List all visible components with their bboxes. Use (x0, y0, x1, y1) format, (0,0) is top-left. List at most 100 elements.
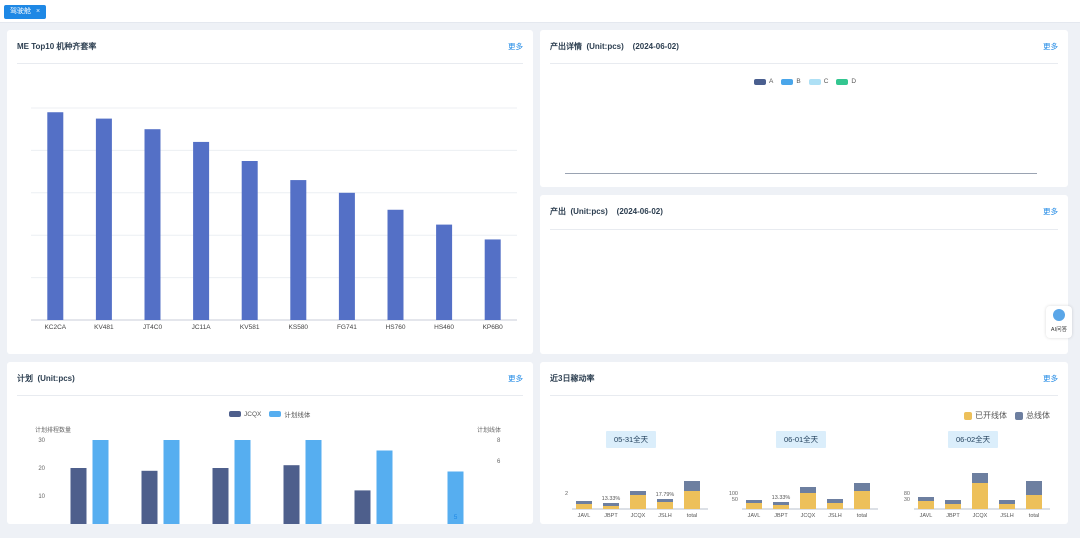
chart-legend: A B C D (754, 78, 856, 85)
bar-total-lines (918, 497, 934, 501)
x-tick-label: KV581 (240, 324, 260, 331)
bar-KS580 (290, 180, 307, 320)
bar-HS760 (387, 209, 404, 320)
bar-KP6B0 (484, 239, 501, 320)
plan-chart: 30 20 10 8 6 5 (38, 438, 501, 524)
x-tick-label: total (1029, 513, 1039, 519)
plan-panel: 计划 (Unit:pcs) 更多 JCQX 计划线体 计划排程数量 计划线体 3… (7, 362, 533, 524)
legend-item-d[interactable]: D (836, 78, 856, 85)
x-tick-label: HS460 (434, 324, 454, 331)
bar-HS460 (436, 224, 453, 320)
rate-label: 13.33% (602, 496, 621, 502)
bar-total-lines (1026, 481, 1042, 495)
bar-open-lines (746, 503, 762, 509)
panel-title: 产出 (Unit:pcs) (2024-06-02) (550, 207, 663, 216)
x-tick-label: JCQX (801, 513, 816, 519)
bar-jcqx (212, 468, 229, 524)
tab-label: 驾驶舱 (10, 8, 31, 15)
ai-assistant-button[interactable]: AI问答 (1046, 306, 1072, 338)
bar-total-lines (576, 501, 592, 504)
bar-total-lines (945, 500, 961, 504)
bar-total-lines (773, 502, 789, 505)
x-tick-label: FG741 (337, 324, 357, 331)
top10-chart: KC2CA KV481 JT4C0 JC11A KV581 KS580 FG741 HS760… (31, 107, 517, 331)
tab-cockpit[interactable]: 驾驶舱 × (4, 5, 47, 19)
bar-plan-lines (234, 440, 251, 524)
x-tick-label: JBPT (604, 513, 618, 519)
bar-open-lines (1026, 495, 1042, 509)
bar-total-lines (854, 483, 870, 491)
close-icon[interactable]: × (36, 5, 40, 19)
x-tick-label: JT4C0 (143, 324, 163, 331)
top10-panel: ME Top10 机种齐套率 更多 KC2CA KV481 JT4C0 JC11A KV… (7, 30, 533, 354)
bar-total-lines (746, 500, 762, 503)
x-tick-label: KS580 (289, 324, 309, 331)
x-tick-label: JCQX (973, 513, 988, 519)
bar-open-lines (972, 483, 988, 509)
bar-plan-lines (92, 440, 109, 524)
right-tick-label: 6 (497, 459, 501, 465)
bar-plan-lines (163, 440, 180, 524)
divider (550, 63, 1058, 64)
ai-assistant-label: AI问答 (1050, 327, 1068, 333)
panel-title: 产出详情 (Unit:pcs) (2024-06-02) (550, 42, 679, 51)
legend-item-c[interactable]: C (808, 78, 828, 85)
bar-total-lines (827, 499, 843, 503)
bar-total-lines (684, 481, 700, 491)
bar-total-lines (657, 499, 673, 502)
utilization-chart: 2JAVL JBPT13.33%JCQX JSLH17.79%total10050J… (565, 473, 1050, 519)
bar-total-lines (630, 491, 646, 495)
bar-total-lines (972, 473, 988, 483)
more-link[interactable]: 更多 (1043, 41, 1058, 52)
x-tick-label: JAVL (578, 513, 591, 519)
bar-plan-lines (305, 440, 322, 524)
bar-open-lines (630, 495, 646, 509)
bar-total-lines (603, 503, 619, 506)
x-tick-label: KV481 (94, 324, 114, 331)
bar-jcqx (283, 465, 300, 524)
bar-total-lines (999, 500, 1015, 504)
bar-open-lines (827, 503, 843, 509)
bar-jcqx (70, 468, 87, 524)
x-tick-label: JBPT (774, 513, 788, 519)
bar-total-lines (800, 487, 816, 493)
x-tick-label: JSLH (1000, 513, 1013, 519)
bar-open-lines (576, 504, 592, 509)
x-tick-label: KP6B0 (483, 324, 504, 331)
y-tick-label: 20 (38, 466, 45, 472)
y-tick-label: 10 (38, 494, 45, 500)
bar-jcqx (354, 490, 371, 524)
bar-open-lines (945, 504, 961, 509)
bar-open-lines (918, 501, 934, 509)
output-panel: 产出 (Unit:pcs) (2024-06-02) 更多 (540, 195, 1068, 354)
bar-KC2CA (47, 112, 64, 321)
bar-open-lines (684, 491, 700, 509)
rate-label: 13.33% (772, 495, 791, 501)
bar-open-lines (999, 504, 1015, 509)
x-tick-label: JBPT (946, 513, 960, 519)
utilization-panel: 近3日稼动率 更多 已开线体 总线体 05-31全天 06-01全天 06-02… (540, 362, 1068, 524)
chat-bot-icon (1053, 309, 1065, 321)
data-label: 5 (454, 514, 458, 521)
bar-open-lines (603, 506, 619, 509)
bar-open-lines (657, 502, 673, 509)
x-tick-label: KC2CA (44, 324, 66, 331)
bar-jcqx (141, 470, 158, 524)
x-tick-label: total (857, 513, 867, 519)
rate-label: 17.79% (656, 492, 675, 498)
y-tick-label: 30 (904, 497, 910, 503)
chart-baseline (565, 173, 1037, 174)
bar-plan-lines (376, 450, 393, 524)
more-link[interactable]: 更多 (1043, 206, 1058, 217)
legend-item-b[interactable]: B (781, 78, 801, 85)
x-tick-label: JAVL (748, 513, 761, 519)
x-tick-label: JAVL (920, 513, 933, 519)
bar-KV581 (241, 161, 258, 320)
x-tick-label: total (687, 513, 697, 519)
legend-item-a[interactable]: A (754, 78, 773, 85)
x-tick-label: HS760 (386, 324, 406, 331)
y-tick-label: 30 (38, 438, 45, 444)
bar-open-lines (800, 493, 816, 509)
x-tick-label: JSLH (658, 513, 671, 519)
right-tick-label: 8 (497, 438, 501, 444)
